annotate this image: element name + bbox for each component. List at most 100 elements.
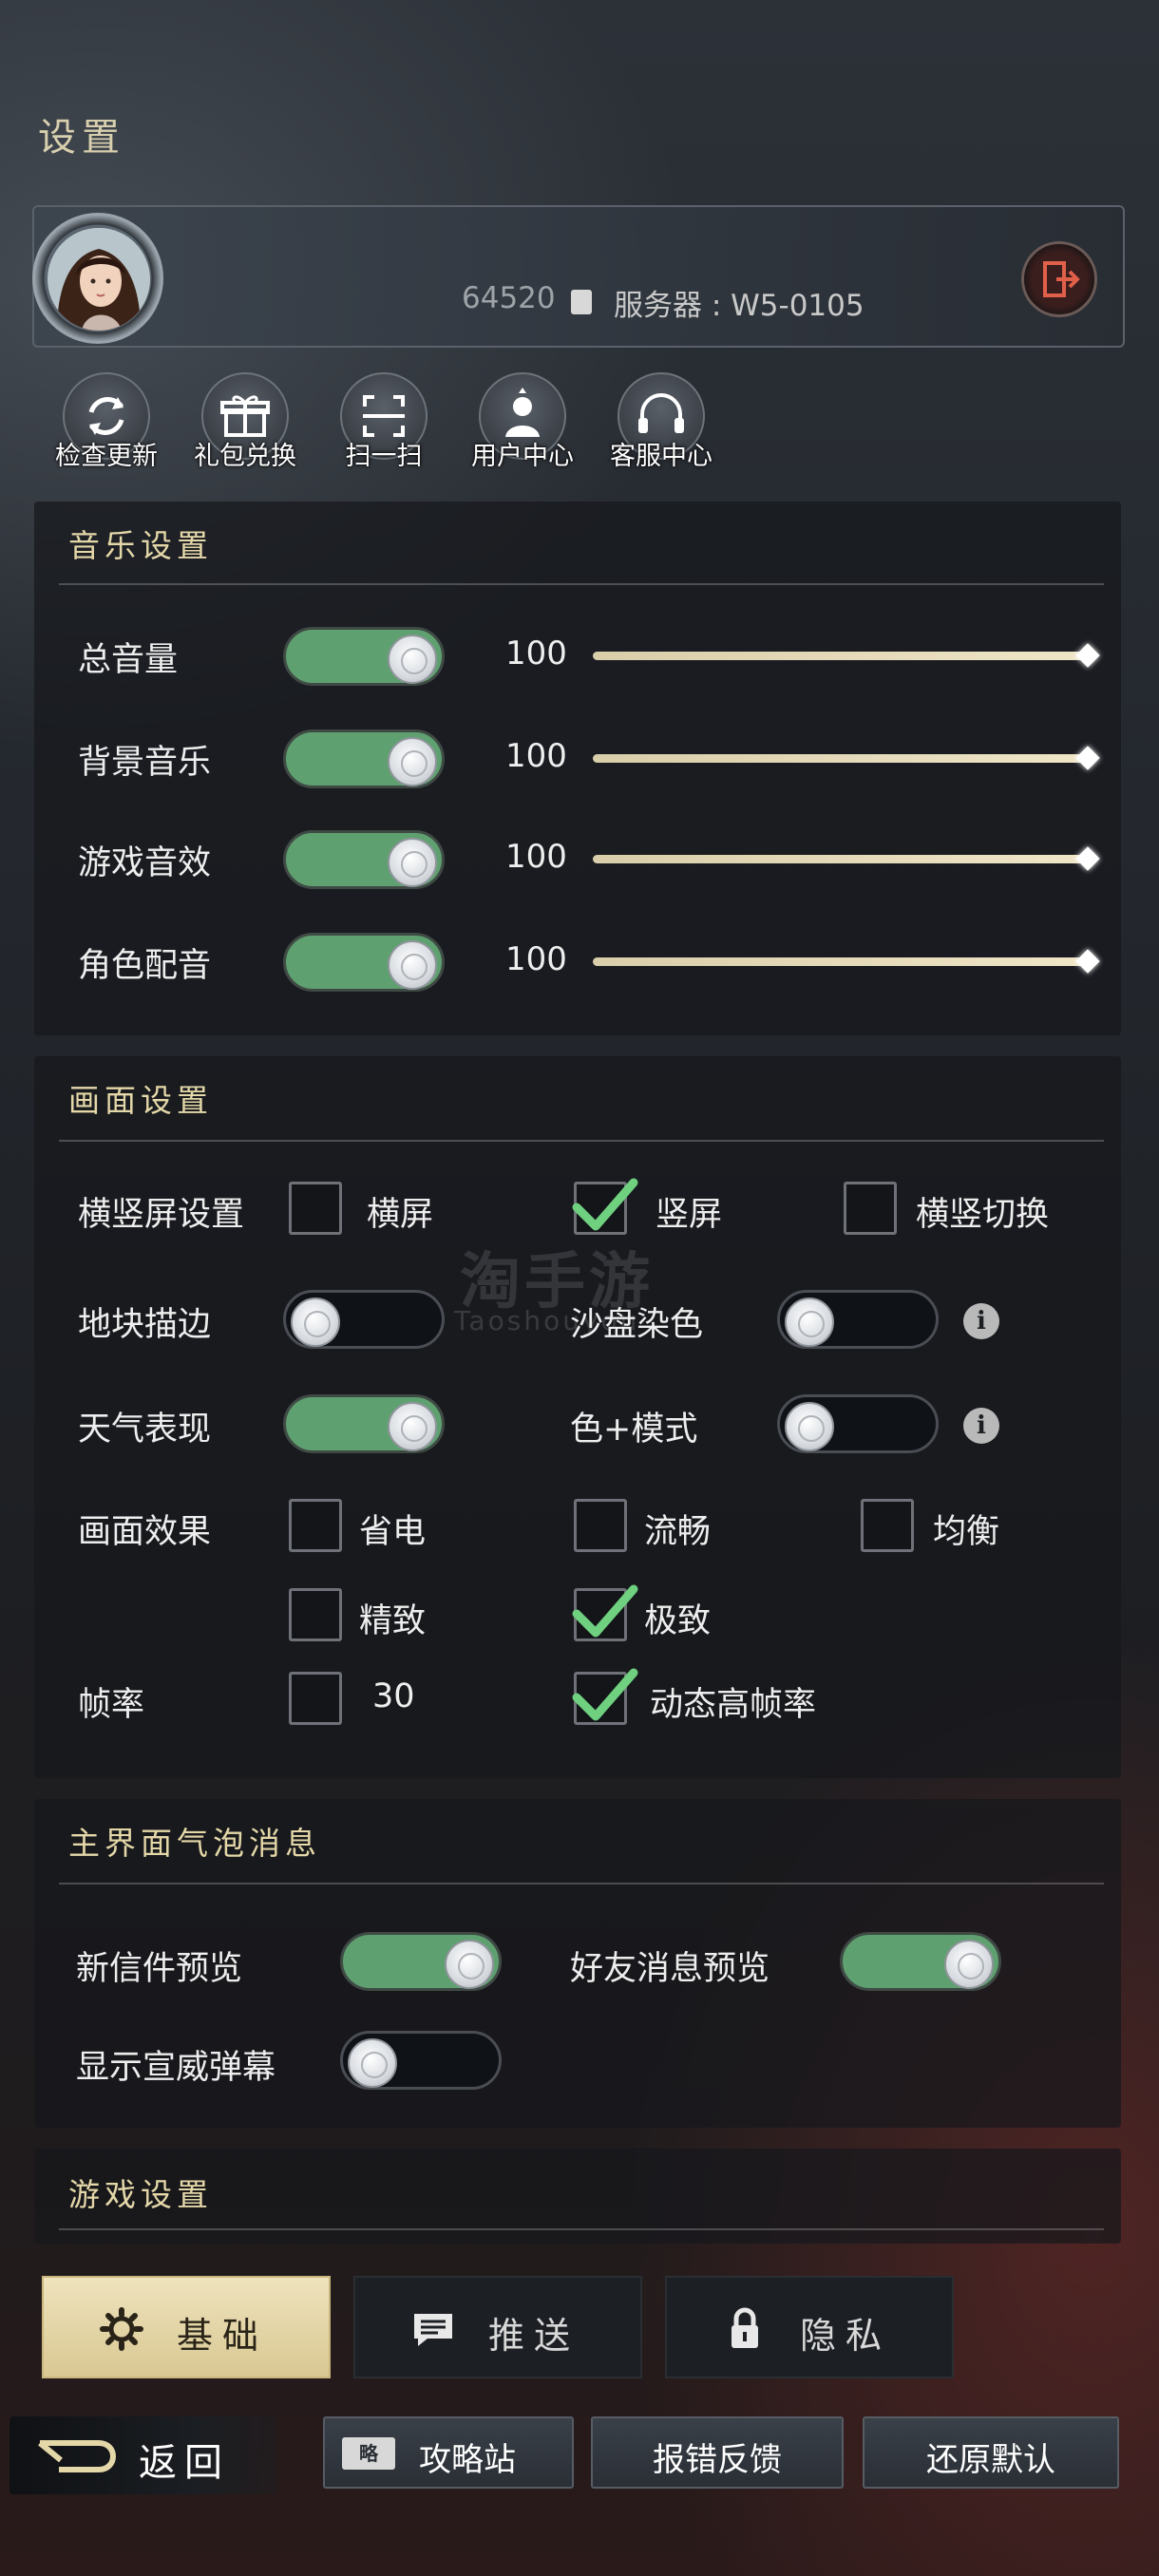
friend-preview-toggle[interactable] [840, 1932, 1001, 1991]
game-section-title: 游戏设置 [68, 2176, 213, 2213]
tab-privacy[interactable]: 隐私 [665, 2276, 954, 2378]
check-update-button[interactable]: 检查更新 [55, 372, 158, 471]
color-mode-toggle[interactable] [777, 1394, 939, 1453]
message-icon [414, 2314, 452, 2346]
power-save-label: 省电 [359, 1513, 427, 1551]
scan-button[interactable]: 扫一扫 [336, 372, 431, 471]
mail-preview-label: 新信件预览 [76, 1950, 243, 1988]
refined-label: 精致 [359, 1602, 427, 1640]
mail-preview-toggle[interactable] [340, 1932, 502, 1991]
bgm-label: 背景音乐 [78, 744, 212, 782]
gear-icon [100, 2307, 143, 2351]
user-id: 64520 [462, 281, 556, 315]
orientation-label: 横竖屏设置 [78, 1196, 245, 1234]
scan-label: 扫一扫 [345, 442, 423, 471]
support-center-label: 客服中心 [610, 442, 712, 471]
tab-push[interactable]: 推送 [353, 2276, 642, 2378]
power-save-checkbox[interactable] [289, 1499, 342, 1552]
support-center-button[interactable]: 客服中心 [610, 372, 712, 471]
check-icon [572, 1178, 638, 1231]
guide-site-label: 攻略站 [419, 2441, 516, 2479]
tab-basic-label: 基础 [177, 2315, 269, 2357]
divider [59, 1883, 1104, 1885]
dynamic-fps-checkbox[interactable] [572, 1668, 638, 1725]
weather-toggle[interactable] [283, 1394, 445, 1453]
check-update-label: 检查更新 [55, 442, 158, 471]
master-volume-slider[interactable] [593, 652, 1089, 660]
framerate-label: 帧率 [78, 1686, 145, 1724]
bgm-value: 100 [505, 737, 567, 775]
divider [59, 583, 1104, 585]
report-bug-label: 报错反馈 [653, 2441, 782, 2479]
balanced-label: 均衡 [933, 1513, 1000, 1551]
copy-icon[interactable] [571, 290, 592, 314]
bubble-section-title: 主界面气泡消息 [68, 1825, 321, 1862]
back-arrow-icon [38, 2440, 116, 2472]
sfx-slider[interactable] [593, 855, 1089, 863]
portrait-label: 竖屏 [656, 1196, 723, 1234]
gift-redeem-button[interactable]: 礼包兑换 [194, 372, 296, 471]
master-volume-value: 100 [505, 635, 567, 672]
color-mode-label: 色+模式 [570, 1411, 698, 1449]
game-settings-panel: 游戏设置 [34, 2149, 1121, 2244]
sfx-label: 游戏音效 [78, 844, 212, 882]
divider [59, 1140, 1104, 1142]
voice-value: 100 [505, 940, 567, 978]
refined-checkbox[interactable] [289, 1588, 342, 1641]
friend-preview-label: 好友消息预览 [570, 1950, 770, 1988]
smooth-label: 流畅 [644, 1513, 712, 1551]
tile-outline-label: 地块描边 [78, 1306, 212, 1344]
balanced-checkbox[interactable] [861, 1499, 914, 1552]
back-button[interactable]: 返回 [10, 2416, 277, 2494]
fps-30-checkbox[interactable] [289, 1672, 342, 1725]
landscape-label: 横屏 [367, 1196, 434, 1234]
page-title: 设置 [38, 116, 125, 160]
weather-label: 天气表现 [78, 1411, 212, 1449]
user-center-button[interactable]: 用户中心 [471, 372, 574, 471]
reset-default-label: 还原默认 [926, 2441, 1055, 2479]
guide-site-button[interactable]: 略 攻略站 [323, 2416, 574, 2489]
master-volume-toggle[interactable] [283, 627, 445, 686]
tile-outline-toggle[interactable] [283, 1290, 445, 1349]
portrait-checkbox[interactable] [572, 1178, 638, 1235]
gift-redeem-label: 礼包兑换 [194, 442, 296, 471]
auto-rotate-checkbox[interactable] [844, 1182, 897, 1235]
lock-icon [732, 2307, 758, 2348]
logout-button[interactable] [1021, 241, 1097, 317]
ultimate-checkbox[interactable] [572, 1584, 638, 1641]
check-icon [572, 1668, 638, 1721]
info-icon[interactable]: i [963, 1408, 999, 1444]
display-section-title: 画面设置 [68, 1082, 213, 1119]
user-center-label: 用户中心 [471, 442, 574, 471]
bgm-toggle[interactable] [283, 729, 445, 788]
report-bug-button[interactable]: 报错反馈 [591, 2416, 844, 2489]
check-icon [572, 1584, 638, 1638]
voice-label: 角色配音 [78, 947, 212, 985]
sfx-toggle[interactable] [283, 830, 445, 889]
tab-basic[interactable]: 基础 [42, 2276, 331, 2378]
barrage-label: 显示宣威弹幕 [76, 2049, 276, 2087]
voice-toggle[interactable] [283, 933, 445, 992]
reset-default-button[interactable]: 还原默认 [863, 2416, 1119, 2489]
effects-label: 画面效果 [78, 1513, 212, 1551]
dynamic-fps-label: 动态高帧率 [650, 1686, 817, 1724]
server-info: 服务器 : W5-0105 [614, 289, 864, 323]
bgm-slider[interactable] [593, 754, 1089, 763]
profile-bar [32, 205, 1125, 348]
ultimate-label: 极致 [644, 1602, 712, 1640]
barrage-toggle[interactable] [340, 2031, 502, 2090]
back-label: 返回 [139, 2441, 230, 2485]
master-volume-label: 总音量 [78, 641, 179, 679]
smooth-checkbox[interactable] [574, 1499, 627, 1552]
landscape-checkbox[interactable] [289, 1182, 342, 1235]
voice-slider[interactable] [593, 957, 1089, 966]
divider [59, 2228, 1104, 2230]
sand-color-toggle[interactable] [777, 1290, 939, 1349]
sand-color-label: 沙盘染色 [570, 1306, 704, 1344]
auto-rotate-label: 横竖切换 [916, 1196, 1050, 1234]
tab-privacy-label: 隐私 [800, 2315, 892, 2357]
logout-icon [1043, 261, 1080, 297]
info-icon[interactable]: i [963, 1303, 999, 1339]
tab-push-label: 推送 [488, 2315, 580, 2357]
avatar[interactable] [48, 228, 150, 331]
